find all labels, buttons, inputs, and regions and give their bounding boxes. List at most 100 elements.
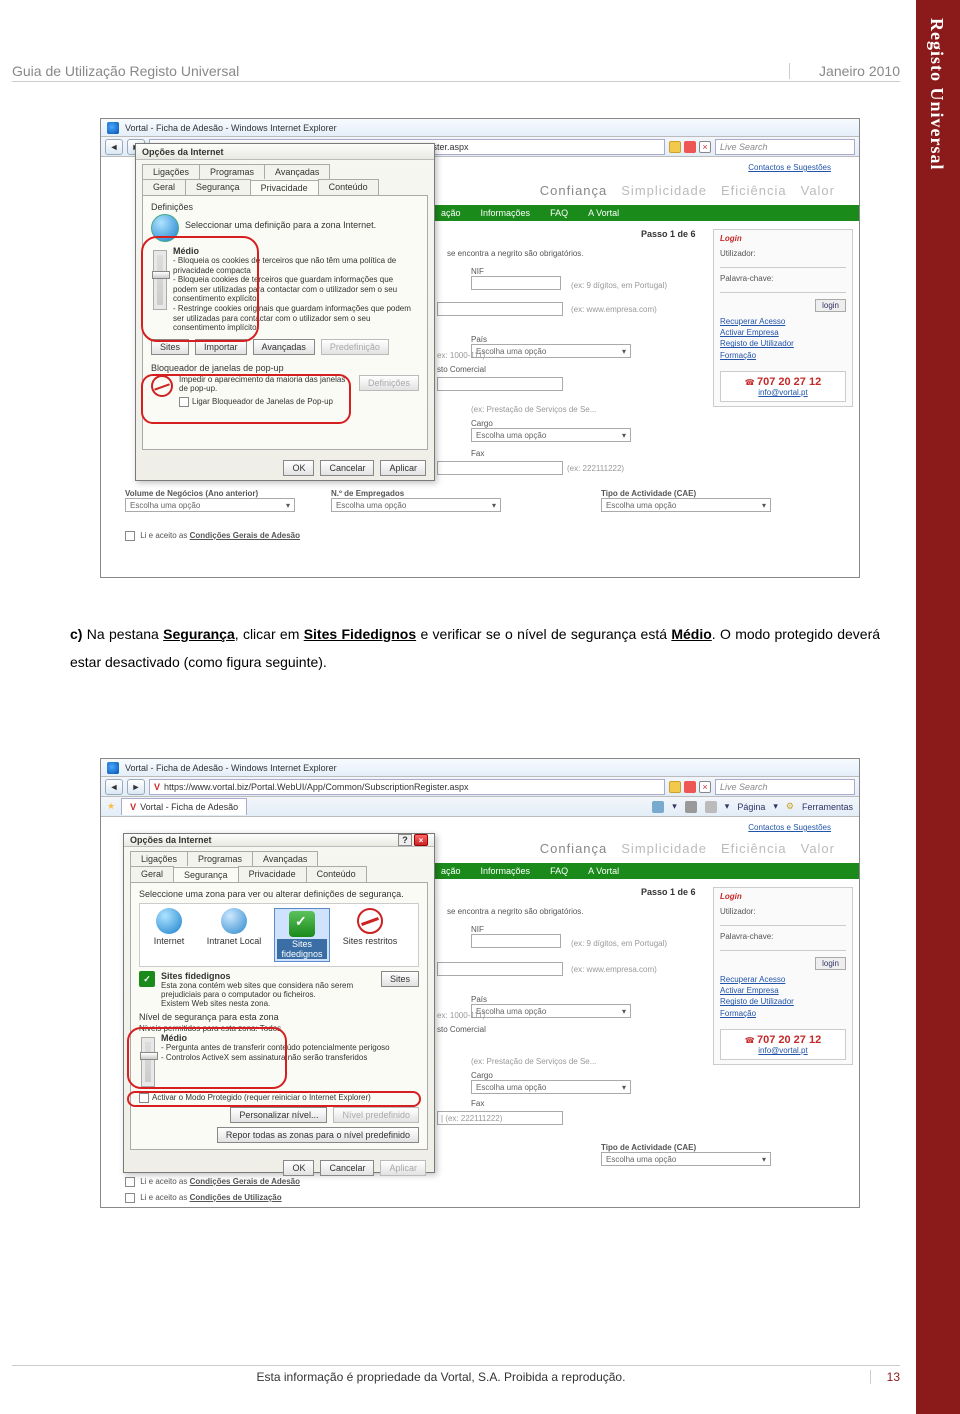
sto-input[interactable] [437, 377, 563, 391]
ie-titlebar-2: Vortal - Ficha de Adesão - Windows Inter… [101, 759, 859, 777]
help-icon[interactable]: ? [398, 834, 412, 846]
nav-item[interactable]: FAQ [550, 208, 568, 218]
link-register[interactable]: Registo de Utilizador [720, 996, 846, 1007]
nav-item[interactable]: Informações [481, 208, 531, 218]
refresh-icon[interactable] [684, 141, 696, 153]
nav-item[interactable]: ação [441, 208, 461, 218]
print-icon[interactable] [705, 801, 717, 813]
nav-item[interactable]: A Vortal [588, 208, 619, 218]
empresa-input[interactable] [437, 302, 563, 316]
feed-icon[interactable] [685, 801, 697, 813]
tab-geral[interactable]: Geral [142, 179, 186, 195]
url-field[interactable]: Vhttps://www.vortal.biz/Portal.WebUI/App… [149, 779, 665, 795]
link-recover[interactable]: Recuperar Acesso [720, 316, 846, 327]
emp-select[interactable]: Escolha uma opção [331, 498, 501, 512]
trusted-desc: Esta zona contém web sites que considera… [161, 981, 375, 1008]
btn-personalize[interactable]: Personalizar nível... [230, 1107, 327, 1123]
tab-seguranca[interactable]: Segurança [173, 867, 239, 883]
zone-trusted[interactable]: Sites fidedignos [274, 908, 330, 962]
contact-email[interactable]: info@vortal.pt [758, 388, 807, 397]
nav-item[interactable]: A Vortal [588, 866, 619, 876]
cond1-checkbox[interactable] [125, 531, 135, 541]
zone-internet[interactable]: Internet [144, 908, 194, 962]
popup-checkbox[interactable] [179, 397, 189, 407]
nif-input[interactable] [471, 934, 561, 948]
home-icon[interactable] [652, 801, 664, 813]
search-box[interactable]: Live Search [715, 139, 855, 155]
protected-mode-checkbox[interactable] [139, 1093, 149, 1103]
btn-ok[interactable]: OK [283, 1160, 314, 1176]
forward-button[interactable]: ► [127, 779, 145, 795]
stop-icon[interactable]: × [699, 141, 711, 153]
pais-select[interactable]: Escolha uma opção [471, 344, 631, 358]
btn-importar[interactable]: Importar [195, 339, 247, 355]
refresh-icon[interactable] [684, 781, 696, 793]
tools-menu[interactable]: Ferramentas [802, 802, 853, 812]
tab-ligacoes[interactable]: Ligações [130, 851, 188, 866]
contact-email[interactable]: info@vortal.pt [758, 1046, 807, 1055]
link-recover[interactable]: Recuperar Acesso [720, 974, 846, 985]
btn-reset-all[interactable]: Repor todas as zonas para o nível predef… [217, 1127, 419, 1143]
login-button[interactable]: login [815, 957, 846, 970]
tab-seguranca[interactable]: Segurança [185, 179, 251, 195]
contacts-link[interactable]: Contactos e Sugestões [748, 823, 831, 832]
tab-avancadas[interactable]: Avançadas [252, 851, 318, 866]
browser-tab[interactable]: VVortal - Ficha de Adesão [121, 798, 247, 815]
back-button[interactable]: ◄ [105, 779, 123, 795]
tab-programas[interactable]: Programas [187, 851, 253, 866]
step-indicator: Passo 1 de 6 [641, 229, 696, 239]
empresa-input[interactable] [437, 962, 563, 976]
username-field[interactable] [720, 258, 846, 268]
nav-item[interactable]: Informações [481, 866, 531, 876]
nif-input[interactable] [471, 276, 561, 290]
tab-ligacoes[interactable]: Ligações [142, 164, 200, 179]
fax-hint: (ex: 222111222) [437, 464, 624, 473]
btn-sites[interactable]: Sites [151, 339, 189, 355]
tab-privacidade[interactable]: Privacidade [238, 866, 307, 882]
tipo-select[interactable]: Escolha uma opção [601, 498, 771, 512]
link-training[interactable]: Formação [720, 350, 846, 361]
username-field[interactable] [720, 916, 846, 926]
privacy-slider[interactable] [153, 250, 167, 310]
pais-select[interactable]: Escolha uma opção [471, 1004, 631, 1018]
page-menu[interactable]: Página [737, 802, 765, 812]
password-field[interactable] [720, 283, 846, 293]
btn-cancel[interactable]: Cancelar [320, 460, 374, 476]
btn-cancel[interactable]: Cancelar [320, 1160, 374, 1176]
btn-sites[interactable]: Sites [381, 971, 419, 987]
nav-item[interactable]: FAQ [550, 866, 568, 876]
security-indicators: × [669, 141, 711, 153]
security-slider[interactable] [141, 1037, 155, 1087]
search-box[interactable]: Live Search [715, 779, 855, 795]
btn-avancadas[interactable]: Avançadas [253, 339, 315, 355]
tab-conteudo[interactable]: Conteúdo [318, 179, 379, 195]
zone-restricted[interactable]: Sites restritos [342, 908, 398, 962]
cargo-select[interactable]: Escolha uma opção [471, 428, 631, 442]
contacts-link[interactable]: Contactos e Sugestões [748, 163, 831, 172]
tipo-select[interactable]: Escolha uma opção [601, 1152, 771, 1166]
tab-geral[interactable]: Geral [130, 866, 174, 882]
password-field[interactable] [720, 941, 846, 951]
link-activate[interactable]: Activar Empresa [720, 327, 846, 338]
volume-select[interactable]: Escolha uma opção [125, 498, 295, 512]
tab-avancadas[interactable]: Avançadas [264, 164, 330, 179]
stop-icon[interactable]: × [699, 781, 711, 793]
tab-programas[interactable]: Programas [199, 164, 265, 179]
btn-apply[interactable]: Aplicar [380, 460, 426, 476]
close-icon[interactable]: × [414, 834, 428, 846]
link-activate[interactable]: Activar Empresa [720, 985, 846, 996]
levels-line: Níveis permitidos para esta zona: Todos [139, 1024, 419, 1033]
login-button[interactable]: login [815, 299, 846, 312]
password-label: Palavra-chave: [720, 274, 846, 283]
zone-intranet[interactable]: Intranet Local [206, 908, 262, 962]
nav-item[interactable]: ação [441, 866, 461, 876]
cond2-checkbox[interactable] [125, 1193, 135, 1203]
back-button[interactable]: ◄ [105, 139, 123, 155]
tab-privacidade[interactable]: Privacidade [250, 180, 319, 196]
tab-conteudo[interactable]: Conteúdo [306, 866, 367, 882]
btn-ok[interactable]: OK [283, 460, 314, 476]
cargo-select[interactable]: Escolha uma opção [471, 1080, 631, 1094]
lock-icon [669, 141, 681, 153]
link-register[interactable]: Registo de Utilizador [720, 338, 846, 349]
link-training[interactable]: Formação [720, 1008, 846, 1019]
